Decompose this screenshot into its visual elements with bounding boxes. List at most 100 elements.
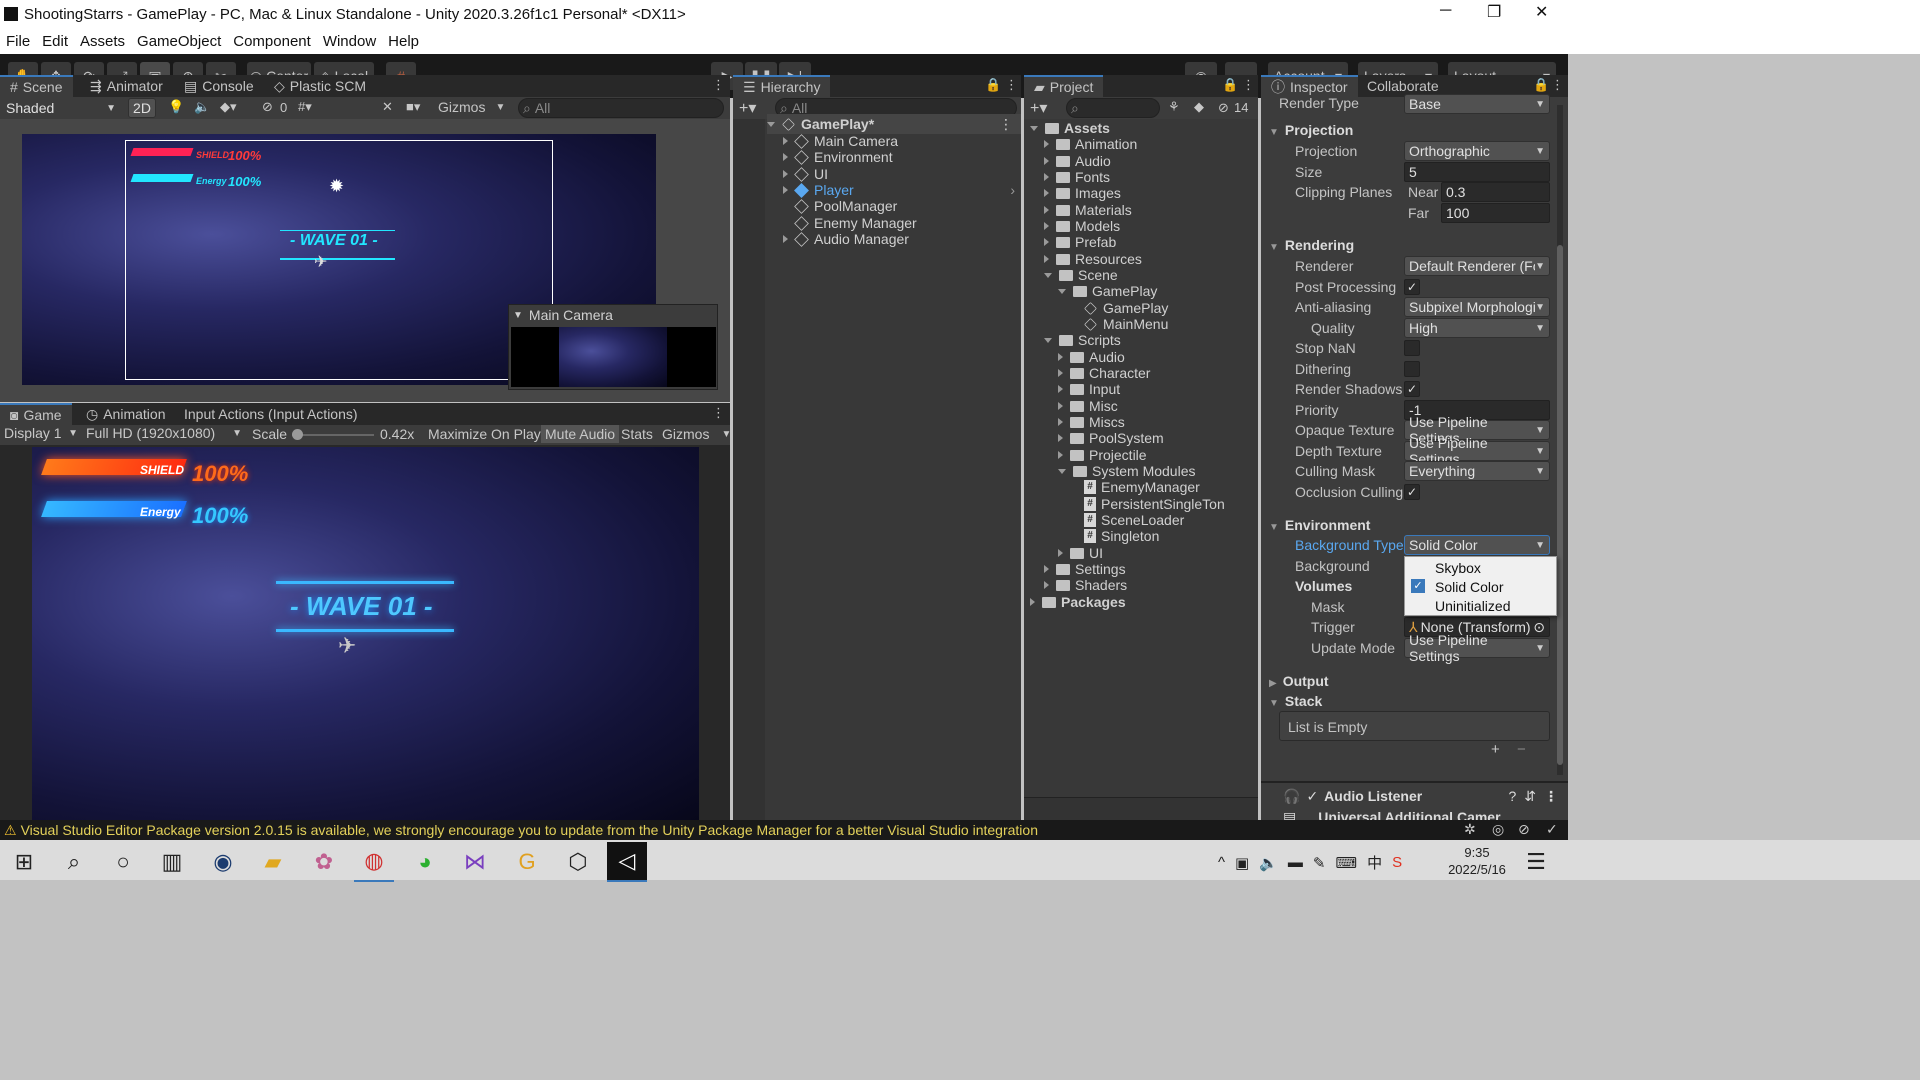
project-root-packages[interactable]: Packages: [1030, 592, 1126, 612]
post-processing-checkbox[interactable]: ✓: [1404, 279, 1420, 295]
tab-console[interactable]: ▤ Console: [174, 75, 264, 97]
more-menu-icon[interactable]: ⋮: [712, 405, 725, 421]
mute-audio-button[interactable]: Mute Audio: [541, 425, 620, 443]
more-menu-icon[interactable]: ⋮: [712, 77, 725, 93]
update-mode-dropdown[interactable]: Use Pipeline Settings ▼: [1404, 632, 1550, 664]
lighting-icon[interactable]: 💡: [168, 99, 184, 115]
restore-button[interactable]: ❐: [1487, 2, 1501, 22]
volume-icon[interactable]: 🔈: [1259, 854, 1278, 872]
gizmos-dropdown[interactable]: Gizmos ▼: [438, 99, 505, 115]
unity-editor-icon[interactable]: ◁: [607, 842, 647, 882]
scene-search-input[interactable]: ⌕ All: [518, 98, 724, 118]
menu-help[interactable]: Help: [388, 33, 419, 50]
more-menu-icon[interactable]: ⋮: [1242, 77, 1255, 93]
more-menu-icon[interactable]: ⋮: [999, 116, 1013, 133]
projection-header[interactable]: ▼ Projection: [1269, 122, 1353, 138]
tab-animator[interactable]: ⇶ Animator: [80, 75, 173, 97]
scene-view[interactable]: SHIELD 100% Energy 100% ✹ - WAVE 01 - ✈ …: [0, 119, 730, 402]
wechat-icon[interactable]: ◕: [405, 842, 445, 882]
hidden-packages-icon[interactable]: ⊘: [1218, 100, 1229, 116]
tray-chevron-icon[interactable]: ^: [1218, 854, 1225, 871]
menu-window[interactable]: Window: [323, 33, 376, 50]
background-type-dropdown[interactable]: Solid Color ▼: [1404, 535, 1550, 555]
stack-header[interactable]: ▼ Stack: [1269, 693, 1322, 709]
environment-header[interactable]: ▼ Environment: [1269, 517, 1370, 533]
tab-game[interactable]: ◙ Game: [0, 403, 72, 425]
output-header[interactable]: ▶ Output: [1269, 673, 1329, 689]
shading-dropdown[interactable]: Shaded ▼: [2, 98, 120, 118]
filter-label-icon[interactable]: ◆: [1194, 99, 1204, 115]
size-field[interactable]: 5: [1404, 162, 1550, 182]
audio-icon[interactable]: 🔈: [194, 99, 210, 115]
keyboard-icon[interactable]: ⌨: [1336, 854, 1358, 872]
culling-mask-dropdown[interactable]: Everything ▼: [1404, 461, 1550, 481]
menu-edit[interactable]: Edit: [42, 33, 68, 50]
gdevelop-icon[interactable]: G: [507, 842, 547, 882]
occlusion-culling-checkbox[interactable]: ✓: [1404, 484, 1420, 500]
create-asset-button[interactable]: +▾: [1030, 98, 1047, 118]
visual-studio-icon[interactable]: ⋈: [455, 842, 495, 882]
more-menu-icon[interactable]: ⋮: [1551, 77, 1564, 93]
add-button[interactable]: +: [1491, 741, 1500, 758]
task-view-icon[interactable]: ▥: [152, 842, 192, 882]
tab-hierarchy[interactable]: ☰ Hierarchy: [733, 75, 831, 97]
chevron-right-icon[interactable]: ›: [1010, 182, 1015, 198]
status-message[interactable]: Visual Studio Editor Package version 2.0…: [21, 822, 1038, 838]
notifications-icon[interactable]: ☰: [1516, 842, 1556, 882]
add-object-button[interactable]: +▾: [739, 98, 756, 118]
bug-icon[interactable]: ✲: [1464, 821, 1476, 838]
tools-icon[interactable]: ✕: [382, 99, 393, 115]
file-explorer-icon[interactable]: ▰: [253, 842, 293, 882]
display-dropdown[interactable]: Display 1 ▼: [4, 425, 78, 441]
menu-file[interactable]: File: [6, 33, 30, 50]
progress-icon[interactable]: ⊘: [1518, 821, 1530, 838]
game-gizmos-dropdown[interactable]: Gizmos ▼: [662, 426, 731, 442]
auto-generate-icon[interactable]: ✓: [1546, 821, 1558, 838]
menu-option-solid-color[interactable]: ✓ Solid Color: [1405, 577, 1556, 596]
additional-camera-component[interactable]: ▤ Universal Additional Camer: [1283, 807, 1568, 821]
scale-slider-handle[interactable]: [292, 429, 303, 440]
game-view[interactable]: SHIELD 100% Energy 100% - WAVE 01 - ✈: [0, 445, 730, 820]
tab-input-actions[interactable]: Input Actions (Input Actions): [174, 403, 368, 425]
scrollbar-thumb[interactable]: [1557, 245, 1563, 765]
menu-assets[interactable]: Assets: [80, 33, 125, 50]
lock-icon[interactable]: 🔒: [1222, 77, 1238, 93]
ime-icon[interactable]: 中: [1367, 852, 1382, 873]
maximize-on-play-button[interactable]: Maximize On Play: [428, 426, 541, 442]
search-icon[interactable]: ⌕: [54, 842, 94, 882]
tab-scene[interactable]: # Scene: [0, 75, 73, 97]
more-menu-icon[interactable]: ⋮: [1544, 788, 1558, 805]
photos-icon[interactable]: ✿: [304, 842, 344, 882]
sogou-icon[interactable]: S: [1392, 854, 1402, 871]
steam-icon[interactable]: ◉: [203, 842, 243, 882]
tab-inspector[interactable]: ⓘ Inspector: [1261, 75, 1358, 97]
minimize-button[interactable]: ─: [1440, 2, 1451, 20]
filter-type-icon[interactable]: ⚘: [1168, 99, 1180, 115]
projection-dropdown[interactable]: Orthographic ▼: [1404, 141, 1550, 161]
stop-nan-checkbox[interactable]: [1404, 340, 1420, 356]
audio-listener-checkbox[interactable]: ✓: [1306, 788, 1318, 805]
grid-icon[interactable]: #▾: [298, 99, 312, 115]
toggle-2d-button[interactable]: 2D: [128, 98, 156, 118]
unity-hub-icon[interactable]: ⬡: [558, 842, 598, 882]
close-button[interactable]: ✕: [1535, 2, 1548, 22]
menu-gameobject[interactable]: GameObject: [137, 33, 221, 50]
cortana-icon[interactable]: ○: [103, 842, 143, 882]
audio-listener-component[interactable]: 🎧 ✓ Audio Listener? ⇵ ⋮: [1283, 785, 1568, 807]
menu-option-uninitialized[interactable]: Uninitialized: [1405, 596, 1556, 615]
depth-texture-dropdown[interactable]: Use Pipeline Settings ▼: [1404, 435, 1550, 467]
chrome-icon[interactable]: ◍: [354, 842, 394, 882]
tab-project[interactable]: ▰ Project: [1024, 75, 1104, 97]
hidden-objects-icon[interactable]: ⊘: [262, 99, 273, 115]
far-field[interactable]: 100: [1441, 203, 1550, 223]
menu-component[interactable]: Component: [233, 33, 311, 50]
rendering-header[interactable]: ▼ Rendering: [1269, 237, 1354, 253]
renderer-dropdown[interactable]: Default Renderer (For ▼: [1404, 256, 1550, 276]
cache-icon[interactable]: ◎: [1492, 821, 1504, 838]
tab-plastic-scm[interactable]: ◇ Plastic SCM: [264, 75, 376, 97]
inspector-scrollbar[interactable]: [1557, 105, 1563, 775]
tab-animation[interactable]: ◷ Animation: [76, 403, 175, 425]
effects-icon[interactable]: ◆▾: [220, 99, 237, 115]
help-icon[interactable]: ?: [1508, 788, 1516, 804]
battery-icon[interactable]: ▬: [1288, 854, 1303, 871]
